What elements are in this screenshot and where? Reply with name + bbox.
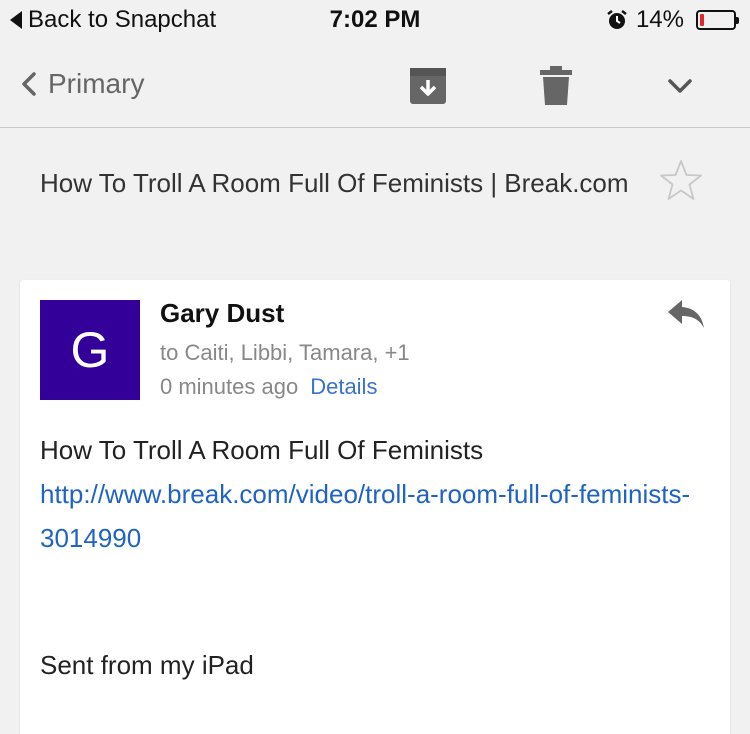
message-meta: 0 minutes ago Details [160,374,377,400]
body-link[interactable]: http://www.break.com/video/troll-a-room-… [40,472,700,560]
message-time: 0 minutes ago [160,374,299,399]
chevron-left-icon [22,72,36,96]
battery-icon [696,10,739,30]
star-icon[interactable] [658,158,704,204]
body-line: How To Troll A Room Full Of Feminists [40,435,484,465]
sender-avatar: G [40,300,140,400]
alarm-clock-icon [607,10,627,29]
status-bar: Back to Snapchat 7:02 PM 14% [0,0,750,40]
battery-percent: 14% [635,6,684,33]
message-signature: Sent from my iPad [40,650,254,680]
back-to-primary-label: Primary [48,68,145,99]
recipients[interactable]: to Caiti, Libbi, Tamara, +1 [160,340,410,366]
status-right: 14% [606,6,739,34]
back-to-primary-button[interactable]: Primary [14,66,144,102]
sender-name: Gary Dust [160,298,285,328]
chevron-down-icon[interactable] [660,66,700,106]
email-subject: How To Troll A Room Full Of Feminists | … [40,168,629,198]
email-toolbar: Primary [0,40,750,128]
details-link[interactable]: Details [310,374,377,400]
archive-icon[interactable] [408,66,448,106]
email-message-card: G Gary Dust to Caiti, Libbi, Tamara, +1 … [20,280,730,734]
reply-icon[interactable] [666,298,706,332]
battery-fill [700,14,704,26]
trash-icon[interactable] [536,66,576,106]
message-body: How To Troll A Room Full Of Feminists ht… [40,428,700,560]
